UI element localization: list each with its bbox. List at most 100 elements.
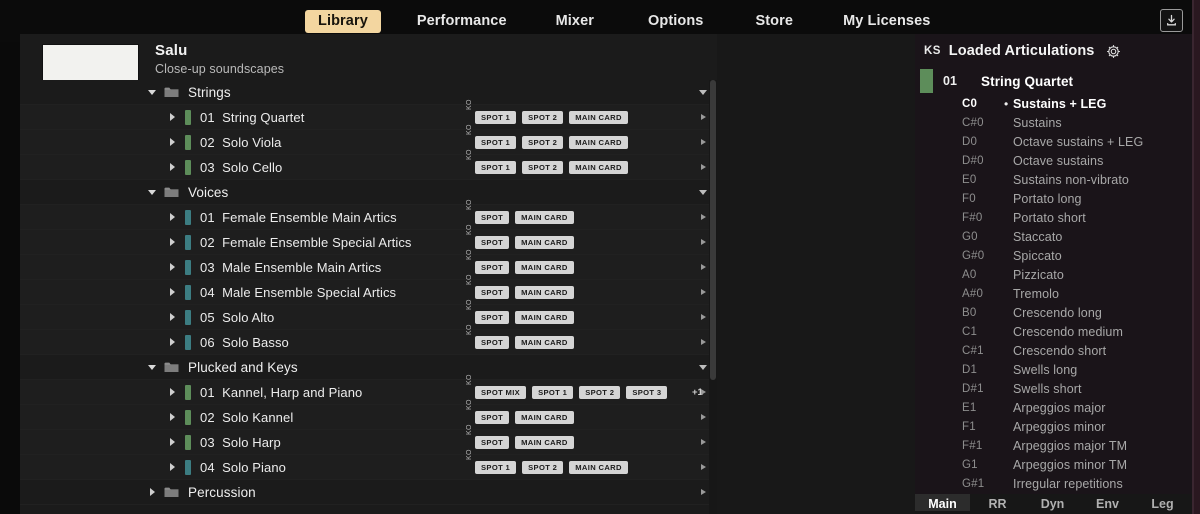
articulation-row[interactable]: A#0 Tremolo	[915, 284, 1194, 303]
ks-tab-leg[interactable]: Leg	[1135, 494, 1190, 511]
row-expand-icon[interactable]	[701, 289, 706, 295]
chevron-right-icon[interactable]	[146, 486, 158, 498]
articulation-row[interactable]: D1 Swells long	[915, 360, 1194, 379]
row-expand-icon[interactable]	[701, 214, 706, 220]
mic-badge[interactable]: SPOT 1	[532, 386, 574, 399]
articulation-row[interactable]: D#1 Swells short	[915, 379, 1194, 398]
articulation-row[interactable]: E0 Sustains non-vibrato	[915, 170, 1194, 189]
row-expand-icon[interactable]	[701, 239, 706, 245]
row-expand-icon[interactable]	[701, 339, 706, 345]
mic-badge[interactable]: SPOT	[475, 311, 510, 324]
chevron-down-icon[interactable]	[146, 361, 158, 373]
mic-badge[interactable]: SPOT	[475, 411, 510, 424]
instrument-row[interactable]: 02 Female Ensemble Special Artics KO SPOT M…	[20, 224, 717, 255]
articulation-row[interactable]: C#0 Sustains	[915, 113, 1194, 132]
articulation-row[interactable]: D#0 Octave sustains	[915, 151, 1194, 170]
articulation-row[interactable]: F0 Portato long	[915, 189, 1194, 208]
library-scrollbar-thumb[interactable]	[710, 80, 716, 380]
mic-badge[interactable]: SPOT 2	[522, 136, 564, 149]
articulation-row[interactable]: D0 Octave sustains + LEG	[915, 132, 1194, 151]
mic-badge[interactable]: SPOT 2	[522, 161, 564, 174]
folder-collapse-icon[interactable]	[699, 90, 707, 95]
instrument-row[interactable]: 06 Solo Basso KO SPOT MAIN CARD	[20, 324, 717, 355]
chevron-right-icon[interactable]	[166, 386, 178, 398]
row-expand-icon[interactable]	[701, 389, 706, 395]
mic-badge[interactable]: SPOT	[475, 211, 510, 224]
mic-badge[interactable]: MAIN CARD	[515, 411, 574, 424]
instrument-row[interactable]: 02 Solo Viola KO SPOT 1 SPOT 2 MAIN CARD	[20, 124, 717, 155]
mic-badge[interactable]: SPOT	[475, 336, 510, 349]
chevron-right-icon[interactable]	[166, 411, 178, 423]
chevron-right-icon[interactable]	[166, 211, 178, 223]
instrument-row[interactable]: 01 Female Ensemble Main Artics KO SPOT MAIN…	[20, 199, 717, 230]
ks-tab-env[interactable]: Env	[1080, 494, 1135, 511]
row-expand-icon[interactable]	[701, 314, 706, 320]
folder-row[interactable]: Plucked and Keys	[20, 355, 717, 380]
articulation-row[interactable]: B0 Crescendo long	[915, 303, 1194, 322]
instrument-row[interactable]: 05 Solo Alto KO SPOT MAIN CARD	[20, 299, 717, 330]
row-expand-icon[interactable]	[701, 164, 706, 170]
mic-badge[interactable]: MAIN CARD	[515, 286, 574, 299]
row-expand-icon[interactable]	[701, 264, 706, 270]
mic-badge[interactable]: MAIN CARD	[515, 311, 574, 324]
instrument-row[interactable]: 04 Solo Piano KO SPOT 1 SPOT 2 MAIN CARD	[20, 449, 717, 480]
chevron-right-icon[interactable]	[166, 261, 178, 273]
articulation-row[interactable]: E1 Arpeggios major	[915, 398, 1194, 417]
chevron-down-icon[interactable]	[146, 186, 158, 198]
mic-badge[interactable]: SPOT 2	[522, 111, 564, 124]
ks-tab-dyn[interactable]: Dyn	[1025, 494, 1080, 511]
mic-badge[interactable]: MAIN CARD	[569, 461, 628, 474]
articulation-row[interactable]: A0 Pizzicato	[915, 265, 1194, 284]
chevron-right-icon[interactable]	[166, 236, 178, 248]
mic-badge[interactable]: SPOT 1	[475, 461, 517, 474]
download-button[interactable]	[1160, 9, 1183, 32]
ks-instrument-row[interactable]: 01 String Quartet	[915, 68, 1194, 94]
instrument-row[interactable]: 01 String Quartet KO SPOT 1 SPOT 2 MAIN CARD	[20, 99, 717, 130]
ks-tab-rr[interactable]: RR	[970, 494, 1025, 511]
nav-item-library[interactable]: Library	[305, 10, 381, 33]
chevron-right-icon[interactable]	[166, 111, 178, 123]
mic-badge[interactable]: SPOT	[475, 436, 510, 449]
mic-badge[interactable]: MAIN CARD	[569, 136, 628, 149]
row-expand-icon[interactable]	[701, 464, 706, 470]
row-expand-icon[interactable]	[701, 439, 706, 445]
folder-collapse-icon[interactable]	[699, 365, 707, 370]
ks-tab-main[interactable]: Main	[915, 494, 970, 511]
chevron-right-icon[interactable]	[166, 161, 178, 173]
mic-badge[interactable]: SPOT	[475, 236, 510, 249]
articulation-row[interactable]: C1 Crescendo medium	[915, 322, 1194, 341]
mic-badge[interactable]: MAIN CARD	[515, 261, 574, 274]
mic-badge[interactable]: MAIN CARD	[515, 436, 574, 449]
chevron-right-icon[interactable]	[166, 436, 178, 448]
row-expand-icon[interactable]	[701, 414, 706, 420]
instrument-row[interactable]: 04 Male Ensemble Special Artics KO SPOT MAI…	[20, 274, 717, 305]
nav-item-performance[interactable]: Performance	[404, 10, 520, 33]
articulation-row[interactable]: C#1 Crescendo short	[915, 341, 1194, 360]
instrument-row[interactable]: 01 Kannel, Harp and Piano KO SPOT MIX SPOT …	[20, 374, 717, 405]
mic-badge[interactable]: MAIN CARD	[569, 161, 628, 174]
articulation-row[interactable]: C0 • Sustains + LEG	[915, 94, 1194, 113]
instrument-row[interactable]: 02 Solo Kannel KO SPOT MAIN CARD	[20, 399, 717, 430]
folder-row[interactable]: Voices	[20, 180, 717, 205]
articulation-row[interactable]: F#1 Arpeggios major TM	[915, 436, 1194, 455]
chevron-right-icon[interactable]	[166, 311, 178, 323]
mic-badge[interactable]: MAIN CARD	[515, 211, 574, 224]
mic-badge[interactable]: SPOT 1	[475, 161, 517, 174]
chevron-right-icon[interactable]	[166, 136, 178, 148]
articulation-row[interactable]: G1 Arpeggios minor TM	[915, 455, 1194, 474]
mic-badge[interactable]: SPOT 1	[475, 136, 517, 149]
gear-icon[interactable]	[1106, 44, 1121, 59]
articulation-row[interactable]: F1 Arpeggios minor	[915, 417, 1194, 436]
articulation-row[interactable]: F#0 Portato short	[915, 208, 1194, 227]
articulation-row[interactable]: G#1 Irregular repetitions	[915, 474, 1194, 493]
chevron-right-icon[interactable]	[166, 461, 178, 473]
instrument-row[interactable]: 03 Male Ensemble Main Artics KO SPOT MAIN C…	[20, 249, 717, 280]
mic-badge[interactable]: MAIN CARD	[569, 111, 628, 124]
mic-badge[interactable]: SPOT	[475, 286, 510, 299]
mic-badge[interactable]: SPOT 2	[522, 461, 564, 474]
row-expand-icon[interactable]	[701, 139, 706, 145]
nav-item-mixer[interactable]: Mixer	[543, 10, 607, 33]
mic-badge[interactable]: SPOT 3	[626, 386, 668, 399]
chevron-down-icon[interactable]	[146, 86, 158, 98]
instrument-row[interactable]: 03 Solo Cello KO SPOT 1 SPOT 2 MAIN CARD	[20, 149, 717, 180]
